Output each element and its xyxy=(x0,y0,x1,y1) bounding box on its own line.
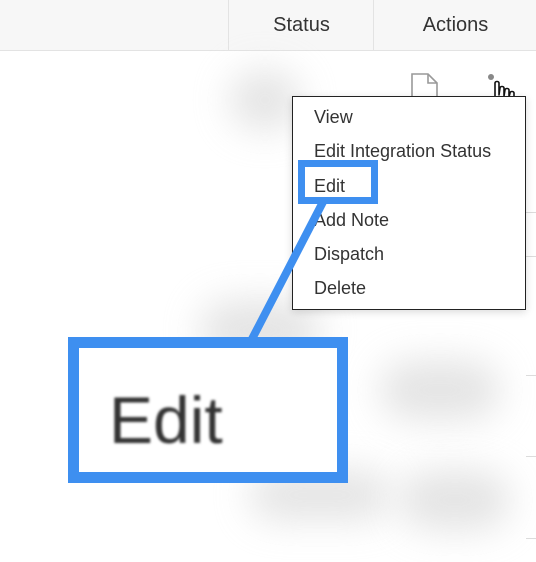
menu-item-edit-integration-status[interactable]: Edit Integration Status xyxy=(314,141,491,162)
menu-item-delete[interactable]: Delete xyxy=(314,278,366,299)
row-divider xyxy=(526,375,536,376)
blurred-cell xyxy=(230,70,300,130)
edit-highlight-box xyxy=(298,160,378,204)
menu-item-dispatch[interactable]: Dispatch xyxy=(314,244,384,265)
menu-item-add-note[interactable]: Add Note xyxy=(314,210,389,231)
menu-item-view[interactable]: View xyxy=(314,107,353,128)
row-divider xyxy=(526,538,536,539)
column-header-status[interactable]: Status xyxy=(228,0,374,50)
blurred-cell xyxy=(400,470,510,530)
table-header: Status Actions xyxy=(0,0,536,51)
zoom-callout-label: Edit xyxy=(109,383,223,457)
row-divider xyxy=(526,212,536,213)
row-divider xyxy=(526,256,536,257)
column-header-actions: Actions xyxy=(373,0,536,50)
row-divider xyxy=(526,456,536,457)
zoom-callout: Edit xyxy=(68,337,348,483)
blurred-cell xyxy=(380,360,500,420)
